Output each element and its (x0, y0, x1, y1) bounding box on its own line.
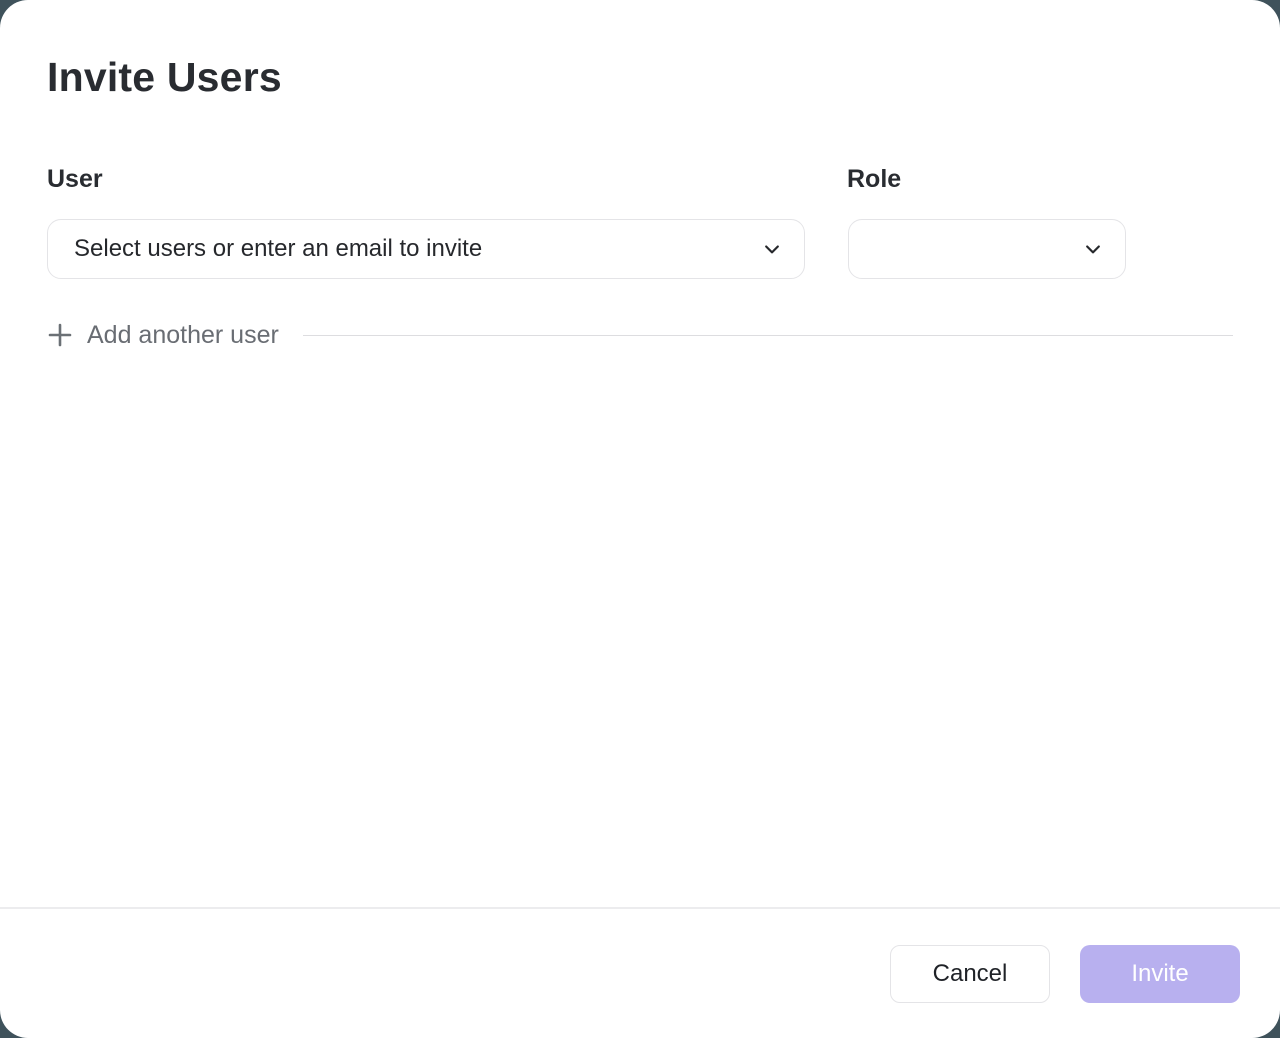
add-another-user-row: Add another user (47, 320, 1233, 350)
role-label: Role (847, 165, 901, 194)
footer-divider-line (0, 907, 1280, 909)
add-another-user-button[interactable]: Add another user (47, 321, 279, 350)
plus-icon (47, 322, 73, 348)
add-another-user-label: Add another user (87, 321, 279, 350)
cancel-button[interactable]: Cancel (890, 945, 1050, 1003)
chevron-down-icon (762, 239, 782, 259)
user-select[interactable]: Select users or enter an email to invite (47, 219, 805, 279)
modal-title: Invite Users (47, 54, 282, 101)
user-label: User (47, 165, 103, 194)
invite-users-modal: Invite Users User Role Select users or e… (0, 0, 1280, 1038)
user-select-placeholder: Select users or enter an email to invite (74, 235, 762, 263)
invite-button[interactable]: Invite (1080, 945, 1240, 1003)
add-user-divider-line (303, 335, 1233, 336)
role-select[interactable] (848, 219, 1126, 279)
chevron-down-icon (1083, 239, 1103, 259)
